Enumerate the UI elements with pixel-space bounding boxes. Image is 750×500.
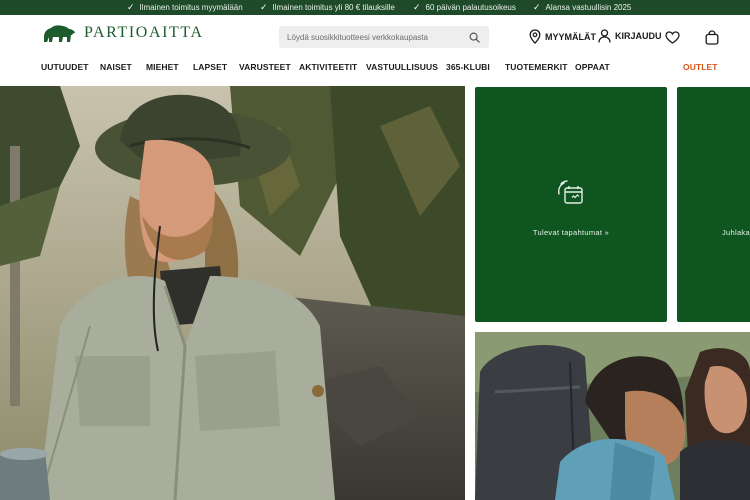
stores-label: MYYMÄLÄT — [545, 31, 596, 42]
promo-item: ✓ 60 päivän palautusoikeus — [413, 0, 516, 15]
promo-text: 60 päivän palautusoikeus — [425, 3, 516, 12]
promo-item: ✓ Alansa vastuullisin 2025 — [533, 0, 631, 15]
shopping-bag-icon[interactable] — [703, 28, 721, 46]
check-icon: ✓ — [260, 2, 268, 12]
nav-item-varusteet[interactable]: VARUSTEET — [239, 62, 291, 72]
logo[interactable]: PARTIOAITTA — [42, 23, 204, 43]
login-link[interactable]: KIRJAUDU — [598, 29, 662, 43]
search-input[interactable] — [287, 32, 467, 42]
search-bar[interactable] — [279, 26, 489, 48]
main-nav: UUTUUDET NAISET MIEHET LAPSET VARUSTEET … — [0, 59, 750, 77]
bear-logo-icon — [44, 25, 75, 42]
nav-item-miehet[interactable]: MIEHET — [146, 62, 179, 72]
search-icon[interactable] — [467, 30, 481, 44]
events-tile[interactable]: Tulevat tapahtumat » — [475, 87, 667, 322]
check-icon: ✓ — [533, 2, 541, 12]
second-tile-label: Juhlaka — [722, 228, 750, 237]
site-header: PARTIOAITTA MYYMÄLÄT KIRJAUDU — [0, 15, 750, 59]
nav-item-aktiviteetit[interactable]: AKTIVITEETIT — [299, 62, 357, 72]
promo-item: ✓ Ilmainen toimitus myymälään — [127, 0, 243, 15]
promo-text: Alansa vastuullisin 2025 — [545, 3, 632, 12]
check-icon: ✓ — [413, 2, 421, 12]
hikers-photo-tile[interactable] — [475, 332, 750, 500]
location-pin-icon — [529, 29, 541, 44]
promo-bar: ✓ Ilmainen toimitus myymälään ✓ Ilmainen… — [0, 0, 750, 15]
second-tile[interactable]: Juhlaka — [677, 87, 750, 322]
logo-text: PARTIOAITTA — [84, 24, 204, 41]
promo-text: Ilmainen toimitus yli 80 € tilauksille — [272, 3, 395, 12]
calendar-event-icon — [558, 180, 583, 204]
nav-item-vastuullisuus[interactable]: VASTUULLISUUS — [366, 62, 438, 72]
user-icon — [598, 29, 611, 43]
nav-item-tuotemerkit[interactable]: TUOTEMERKIT — [505, 62, 567, 72]
nav-item-outlet[interactable]: OUTLET — [683, 62, 718, 72]
nav-item-365-klubi[interactable]: 365-KLUBI — [446, 62, 490, 72]
hero-image[interactable] — [0, 86, 465, 500]
login-label: KIRJAUDU — [615, 31, 662, 41]
nav-item-lapset[interactable]: LAPSET — [193, 62, 227, 72]
check-icon: ✓ — [127, 2, 135, 12]
nav-item-uutuudet[interactable]: UUTUUDET — [41, 62, 89, 72]
events-tile-label: Tulevat tapahtumat » — [532, 228, 610, 237]
wishlist-heart-icon[interactable] — [663, 28, 681, 46]
nav-item-naiset[interactable]: NAISET — [100, 62, 132, 72]
promo-text: Ilmainen toimitus myymälään — [139, 3, 243, 12]
stores-link[interactable]: MYYMÄLÄT — [529, 29, 596, 44]
promo-item: ✓ Ilmainen toimitus yli 80 € tilauksille — [260, 0, 395, 15]
nav-item-oppaat[interactable]: OPPAAT — [575, 62, 610, 72]
